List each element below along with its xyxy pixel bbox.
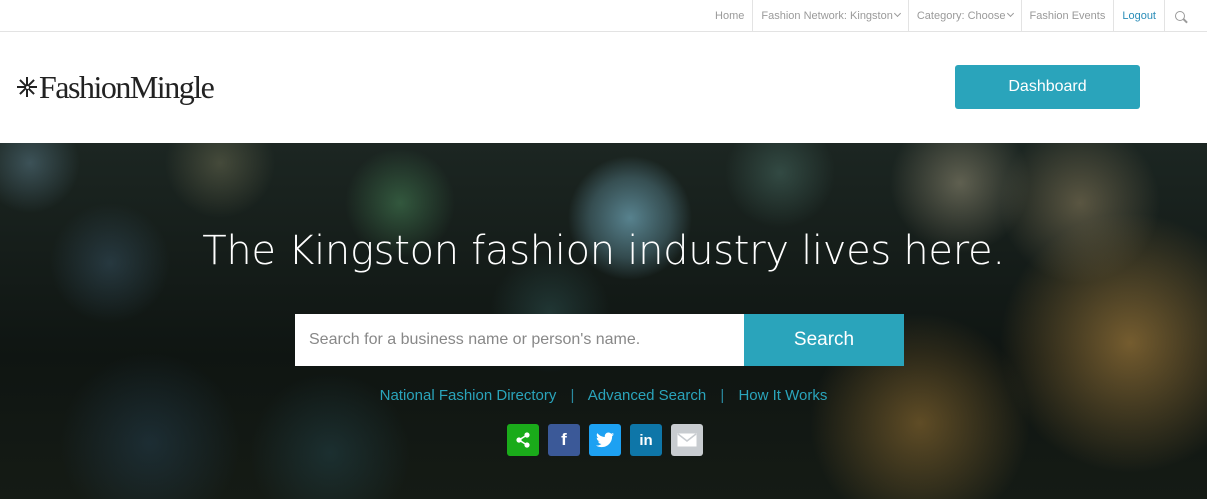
facebook-icon: f: [561, 430, 567, 449]
logo-text: FashionMingle: [39, 68, 215, 105]
logout-link[interactable]: Logout: [1113, 0, 1164, 31]
chevron-down-icon: [893, 9, 901, 18]
search-icon: [1175, 10, 1185, 21]
fashion-mingle-logo[interactable]: FashionMingle: [16, 68, 215, 106]
category-label: Category: Choose: [916, 9, 1006, 22]
twitter-share-button[interactable]: [589, 424, 621, 456]
national-fashion-directory-link[interactable]: National Fashion Directory: [380, 387, 557, 404]
chevron-down-icon: [1006, 9, 1014, 18]
email-share-button[interactable]: [671, 424, 703, 456]
site-header: FashionMingle Dashboard: [0, 32, 1207, 142]
dashboard-button[interactable]: Dashboard: [955, 65, 1140, 109]
hero-links: National Fashion Directory | Advanced Se…: [0, 387, 1207, 404]
logo-asterisk-icon: [16, 76, 38, 98]
email-icon: [677, 433, 697, 447]
top-utility-bar: Home Fashion Network: Kingston Category:…: [0, 0, 1207, 32]
social-share-buttons: f in: [507, 424, 703, 456]
linkedin-share-button[interactable]: in: [630, 424, 662, 456]
nav-fashion-events-link[interactable]: Fashion Events: [1020, 0, 1114, 31]
fashion-network-dropdown[interactable]: Fashion Network: Kingston: [752, 0, 907, 31]
search-form: Search: [295, 314, 904, 366]
link-separator: |: [570, 387, 575, 404]
topbar-search-button[interactable]: [1164, 0, 1195, 31]
link-separator: |: [720, 387, 725, 404]
share-icon: [516, 432, 530, 448]
search-button[interactable]: Search: [744, 314, 904, 366]
hero-title: The Kingston fashion industry lives here…: [202, 228, 1005, 274]
nav-home-link[interactable]: Home: [707, 0, 752, 31]
hero-banner: The Kingston fashion industry lives here…: [0, 143, 1207, 499]
how-it-works-link[interactable]: How It Works: [738, 387, 827, 404]
category-dropdown[interactable]: Category: Choose: [907, 0, 1021, 31]
linkedin-icon: in: [639, 431, 653, 449]
fashion-network-label: Fashion Network: Kingston: [761, 9, 893, 22]
facebook-share-button[interactable]: f: [548, 424, 580, 456]
search-input[interactable]: [295, 314, 744, 366]
twitter-icon: [596, 432, 614, 448]
advanced-search-link[interactable]: Advanced Search: [588, 387, 706, 404]
share-button[interactable]: [507, 424, 539, 456]
